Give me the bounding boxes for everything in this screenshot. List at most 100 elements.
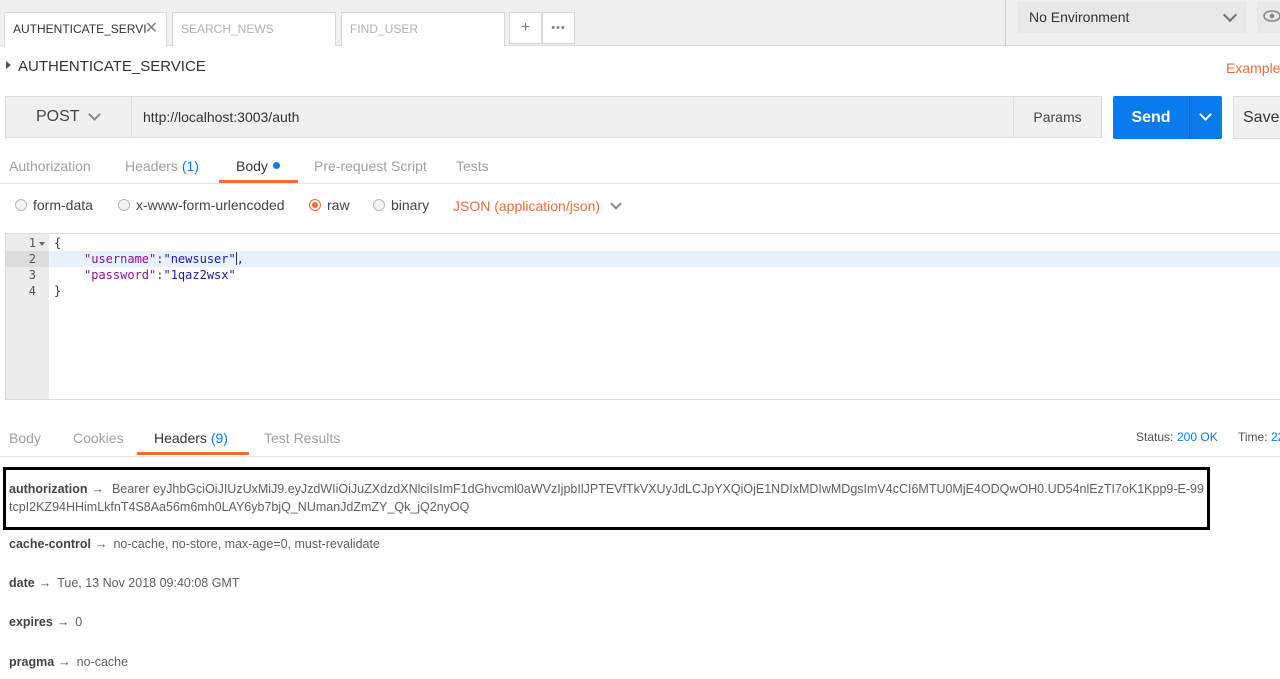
active-tab-indicator: [137, 452, 249, 455]
tab-label: Cookies: [73, 430, 124, 446]
response-tab-test-results[interactable]: Test Results: [264, 430, 340, 446]
code-line: }: [54, 284, 61, 298]
header-key: expires: [9, 615, 53, 629]
radio-icon: [373, 199, 385, 211]
json-key: "password": [84, 268, 157, 282]
params-button[interactable]: Params: [1013, 96, 1102, 138]
arrow-icon: →: [91, 482, 104, 496]
json-tail: ,: [236, 252, 244, 266]
status-label: Status:: [1136, 430, 1174, 444]
tab-headers[interactable]: Headers (1): [125, 158, 199, 174]
tab-tests[interactable]: Tests: [456, 158, 489, 174]
header-row-authorization: authorization → Bearer eyJhbGciOiJIUzUxMiJ…: [9, 480, 1204, 516]
radio-form-data[interactable]: form-data: [15, 197, 93, 213]
header-row-pragma: pragma → no-cache: [9, 655, 128, 669]
chevron-down-icon: [610, 198, 622, 210]
tab-label: SEARCH_NEWS: [181, 22, 274, 36]
request-name[interactable]: AUTHENTICATE_SERVICE: [6, 58, 206, 75]
response-tab-body[interactable]: Body: [9, 430, 41, 446]
request-tabs: Authorization Headers (1) Body Pre-reque…: [0, 150, 1280, 184]
examples-link[interactable]: Examples: [1226, 60, 1280, 76]
tab-label: Authorization: [9, 158, 91, 174]
chevron-down-icon: [88, 108, 101, 121]
active-tab-indicator: [219, 180, 298, 183]
header-value: no-cache, no-store, max-age=0, must-reva…: [113, 537, 380, 551]
tab-pre-request-script[interactable]: Pre-request Script: [314, 158, 427, 174]
raw-format-select[interactable]: JSON (application/json): [453, 198, 622, 214]
tab-label: Body: [236, 158, 268, 174]
line-number: 2: [28, 252, 36, 266]
header-key: cache-control: [9, 537, 91, 551]
request-name-label: AUTHENTICATE_SERVICE: [18, 58, 206, 75]
environment-quick-look-button[interactable]: [1257, 2, 1280, 33]
tab-find-user[interactable]: FIND_USER: [341, 12, 505, 46]
arrow-icon: →: [58, 655, 71, 669]
time-value[interactable]: 22: [1271, 430, 1280, 444]
header-key: date: [9, 576, 35, 590]
json-value: "1qaz2wsx": [163, 268, 236, 282]
time-label: Time:: [1238, 430, 1268, 444]
environment-select[interactable]: No Environment: [1017, 2, 1247, 33]
arrow-icon: →: [38, 576, 52, 590]
radio-icon: [118, 199, 130, 211]
new-tab-button[interactable]: +: [509, 12, 542, 44]
tab-label: FIND_USER: [350, 22, 419, 36]
environment-label: No Environment: [1029, 9, 1130, 25]
send-options-button[interactable]: [1189, 96, 1222, 139]
header-value: Bearer eyJhbGciOiJIUzUxMiJ9.eyJzdWIiOiJu…: [9, 482, 1204, 514]
close-icon[interactable]: ✕: [145, 13, 158, 45]
tab-search-news[interactable]: SEARCH_NEWS: [172, 12, 336, 46]
more-tabs-button[interactable]: •••: [542, 12, 575, 44]
headers-count: (9): [210, 430, 228, 446]
header-key: pragma: [9, 655, 55, 669]
tab-label: Test Results: [264, 430, 341, 446]
radio-label: raw: [327, 197, 350, 213]
tab-label: Pre-request Script: [314, 158, 427, 174]
radio-x-www-form-urlencoded[interactable]: x-www-form-urlencoded: [118, 197, 285, 213]
header-value: Tue, 13 Nov 2018 09:40:08 GMT: [57, 576, 240, 590]
modified-dot-icon: [272, 162, 280, 169]
save-button[interactable]: Save: [1233, 96, 1280, 139]
arrow-icon: →: [94, 537, 108, 551]
plus-icon: +: [520, 19, 531, 36]
tab-strip: AUTHENTICATE_SERVI ✕ SEARCH_NEWS FIND_US…: [0, 0, 1280, 47]
tab-label: Headers: [154, 430, 207, 446]
tab-authenticate-service[interactable]: AUTHENTICATE_SERVI ✕: [4, 12, 167, 47]
more-icon: •••: [551, 22, 566, 34]
chevron-down-icon: [1199, 108, 1212, 121]
response-tab-headers[interactable]: Headers (9): [154, 430, 228, 446]
json-key: "username": [84, 252, 157, 266]
response-tab-cookies[interactable]: Cookies: [73, 430, 124, 446]
divider: [1005, 0, 1006, 46]
header-value: 0: [75, 615, 83, 629]
radio-label: x-www-form-urlencoded: [136, 197, 285, 213]
arrow-icon: →: [56, 615, 70, 629]
header-row-date: date → Tue, 13 Nov 2018 09:40:08 GMT: [9, 576, 240, 590]
body-editor[interactable]: 1 2 3 4 { "username":"newsuser", "passwo…: [5, 233, 1280, 400]
code-text: {: [54, 236, 62, 250]
radio-label: binary: [391, 197, 430, 213]
tab-authorization[interactable]: Authorization: [9, 158, 91, 174]
chevron-down-icon: [1222, 7, 1238, 23]
send-button[interactable]: Send: [1113, 96, 1189, 139]
radio-binary[interactable]: binary: [373, 197, 429, 213]
tab-body[interactable]: Body: [236, 158, 280, 174]
code-text: }: [54, 284, 62, 298]
fold-arrow-icon[interactable]: [39, 242, 45, 246]
line-number: 1: [28, 236, 36, 250]
header-key: authorization: [9, 482, 88, 496]
code-line: "username":"newsuser",: [84, 252, 244, 266]
header-row-expires: expires → 0: [9, 615, 82, 629]
status-value[interactable]: 200 OK: [1177, 430, 1218, 444]
method-select[interactable]: POST: [5, 96, 132, 138]
url-input[interactable]: [131, 96, 1014, 138]
tab-label: Tests: [456, 158, 489, 174]
radio-raw[interactable]: raw: [309, 197, 350, 213]
tab-label: Headers: [125, 158, 178, 174]
method-label: POST: [36, 108, 80, 125]
code-line: "password":"1qaz2wsx": [84, 268, 236, 282]
tab-label: AUTHENTICATE_SERVI: [13, 22, 147, 36]
radio-icon: [15, 199, 27, 211]
line-number: 3: [28, 268, 36, 282]
line-number: 4: [28, 284, 36, 298]
